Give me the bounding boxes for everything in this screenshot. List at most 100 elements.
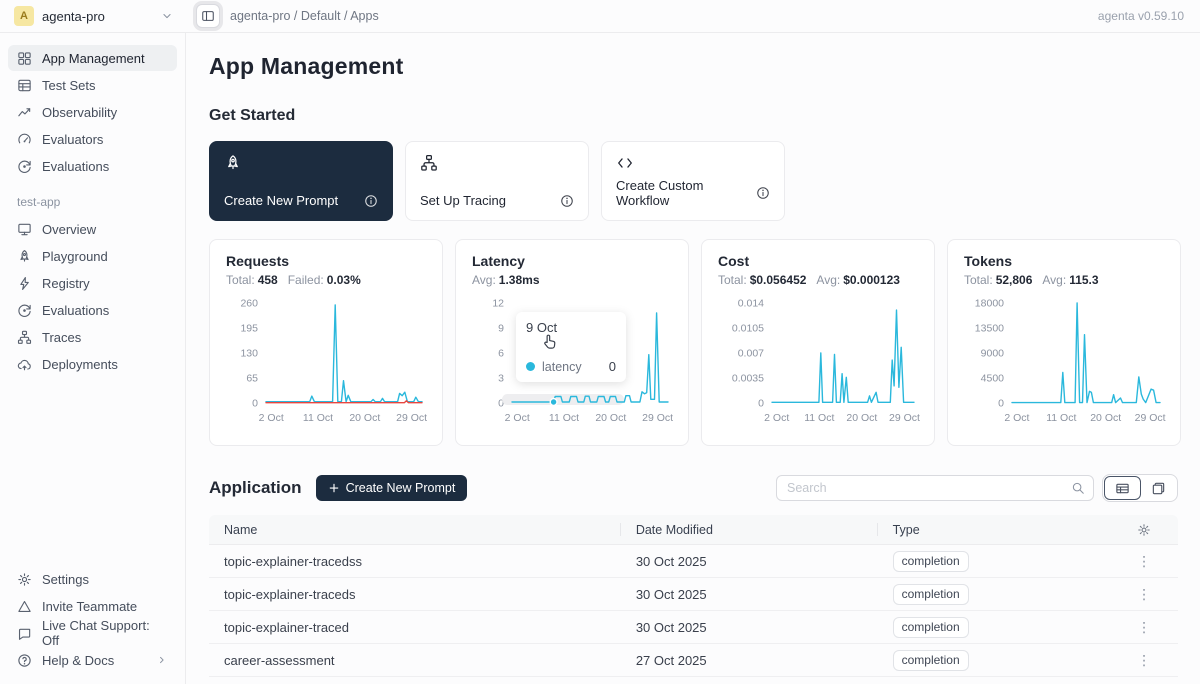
svg-text:11 Oct: 11 Oct bbox=[303, 412, 333, 424]
main-content: App Management Get Started Create New Pr… bbox=[187, 33, 1200, 684]
tooltip-value: 0 bbox=[609, 359, 616, 374]
sidebar-toggle-button[interactable] bbox=[196, 4, 220, 28]
metric-charts: RequestsTotal:458Failed:0.03%06513019526… bbox=[209, 239, 1178, 446]
card-view-button[interactable] bbox=[1141, 476, 1176, 500]
svg-text:6: 6 bbox=[498, 348, 504, 360]
column-header-date-modified[interactable]: Date Modified bbox=[621, 515, 878, 544]
table-view-button[interactable] bbox=[1104, 476, 1141, 500]
sidebar-item-live-chat-support-off[interactable]: Live Chat Support: Off bbox=[8, 620, 177, 646]
chart-card-tokens: TokensTotal:52,806Avg:115.30450090001350… bbox=[947, 239, 1181, 446]
bolt-icon bbox=[17, 276, 32, 291]
get-started-card-create-new-prompt[interactable]: Create New Prompt bbox=[209, 141, 393, 221]
date-modified-cell: 30 Oct 2025 bbox=[621, 554, 878, 569]
monitor-icon bbox=[17, 222, 32, 237]
svg-text:195: 195 bbox=[240, 323, 258, 335]
breadcrumb: agenta-pro / Default / Apps bbox=[230, 9, 379, 23]
top-bar: A agenta-pro agenta-pro / Default / Apps… bbox=[0, 0, 1200, 33]
get-started-card-set-up-tracing[interactable]: Set Up Tracing bbox=[405, 141, 589, 221]
svg-text:11 Oct: 11 Oct bbox=[1046, 412, 1076, 424]
info-icon[interactable] bbox=[756, 186, 770, 200]
sidebar-item-label: Deployments bbox=[42, 357, 118, 372]
sidebar-item-label: Registry bbox=[42, 276, 90, 291]
list-icon bbox=[17, 78, 32, 93]
refresh-icon bbox=[17, 159, 32, 174]
chart-plot[interactable]: 0651301952602 Oct11 Oct20 Oct29 Oct bbox=[226, 293, 426, 440]
get-started-card-label: Create New Prompt bbox=[224, 193, 338, 208]
tooltip-series-label: latency bbox=[542, 360, 582, 374]
sidebar-item-traces[interactable]: Traces bbox=[8, 324, 177, 350]
chart-stats: Total:458Failed:0.03% bbox=[226, 273, 426, 287]
sidebar-bottom-group: SettingsInvite TeammateLive Chat Support… bbox=[8, 566, 177, 674]
row-menu-icon[interactable]: ⋮ bbox=[1137, 554, 1151, 568]
sidebar-item-evaluations[interactable]: Evaluations bbox=[8, 153, 177, 179]
sidebar-item-evaluators[interactable]: Evaluators bbox=[8, 126, 177, 152]
chart-title: Cost bbox=[718, 253, 918, 269]
sidebar-item-app-management[interactable]: App Management bbox=[8, 45, 177, 71]
search-input[interactable] bbox=[787, 481, 1071, 495]
table-row[interactable]: topic-explainer-traceds30 Oct 2025comple… bbox=[209, 578, 1178, 611]
type-cell: completion bbox=[878, 617, 1111, 638]
svg-text:20 Oct: 20 Oct bbox=[846, 412, 877, 424]
info-icon[interactable] bbox=[364, 194, 378, 208]
get-started-cards: Create New Prompt Set Up TracingCreate Cu… bbox=[209, 141, 1178, 221]
sidebar-item-observability[interactable]: Observability bbox=[8, 99, 177, 125]
sidebar-item-deployments[interactable]: Deployments bbox=[8, 351, 177, 377]
table-row[interactable]: career-assessment27 Oct 2025completion⋮ bbox=[209, 644, 1178, 677]
svg-text:29 Oct: 29 Oct bbox=[1135, 412, 1166, 424]
app-name-cell: topic-explainer-tracedss bbox=[209, 554, 621, 569]
chart-stat: Total:458 bbox=[226, 273, 278, 287]
sidebar-item-help-docs[interactable]: Help & Docs bbox=[8, 647, 177, 673]
sidebar-item-evaluations[interactable]: Evaluations bbox=[8, 297, 177, 323]
row-menu-icon[interactable]: ⋮ bbox=[1137, 653, 1151, 667]
row-menu-icon[interactable]: ⋮ bbox=[1137, 620, 1151, 634]
sidebar-item-settings[interactable]: Settings bbox=[8, 566, 177, 592]
sidebar-item-invite-teammate[interactable]: Invite Teammate bbox=[8, 593, 177, 619]
type-badge: completion bbox=[893, 584, 969, 605]
type-cell: completion bbox=[878, 584, 1111, 605]
sidebar-item-registry[interactable]: Registry bbox=[8, 270, 177, 296]
svg-text:9000: 9000 bbox=[981, 348, 1005, 360]
table-row[interactable]: topic-explainer-tracedss30 Oct 2025 compl… bbox=[209, 545, 1178, 578]
chart-stat: Total:$0.056452 bbox=[718, 273, 806, 287]
table-settings-icon[interactable] bbox=[1137, 523, 1151, 537]
svg-text:0: 0 bbox=[758, 398, 764, 410]
page-title: App Management bbox=[209, 53, 1178, 80]
sidebar-item-label: Test Sets bbox=[42, 78, 95, 93]
sidebar: App ManagementTest SetsObservabilityEval… bbox=[0, 33, 186, 684]
sidebar-item-test-sets[interactable]: Test Sets bbox=[8, 72, 177, 98]
get-started-card-create-custom-workflow[interactable]: Create Custom Workflow bbox=[601, 141, 785, 221]
sidebar-item-playground[interactable]: Playground bbox=[8, 243, 177, 269]
sidebar-item-overview[interactable]: Overview bbox=[8, 216, 177, 242]
column-header-name[interactable]: Name bbox=[209, 515, 621, 544]
svg-text:29 Oct: 29 Oct bbox=[396, 412, 427, 424]
table-row[interactable]: topic-explainer-traced30 Oct 2025complet… bbox=[209, 611, 1178, 644]
rocket-icon bbox=[224, 154, 378, 172]
mouse-cursor-icon bbox=[540, 332, 559, 356]
search-icon[interactable] bbox=[1071, 481, 1085, 495]
svg-text:20 Oct: 20 Oct bbox=[349, 412, 380, 424]
create-new-prompt-button[interactable]: Create New Prompt bbox=[316, 475, 468, 501]
svg-text:29 Oct: 29 Oct bbox=[642, 412, 673, 424]
type-badge: completion bbox=[893, 551, 969, 572]
sidebar-app-section-label: test-app bbox=[17, 195, 177, 209]
chart-card-requests: RequestsTotal:458Failed:0.03%06513019526… bbox=[209, 239, 443, 446]
info-icon[interactable] bbox=[560, 194, 574, 208]
refresh-icon bbox=[17, 303, 32, 318]
rocket-icon bbox=[17, 249, 32, 264]
row-menu-icon[interactable]: ⋮ bbox=[1137, 587, 1151, 601]
chart-card-latency: LatencyAvg:1.38ms0369122 Oct11 Oct20 Oct… bbox=[455, 239, 689, 446]
type-badge: completion bbox=[893, 617, 969, 638]
chart-plot[interactable]: 00.00350.0070.01050.0142 Oct11 Oct20 Oct… bbox=[718, 293, 918, 440]
application-header-row: Application Create New Prompt bbox=[209, 474, 1178, 502]
svg-text:260: 260 bbox=[240, 298, 258, 310]
chart-plot[interactable]: 04500900013500180002 Oct11 Oct20 Oct29 O… bbox=[964, 293, 1164, 440]
chart-card-cost: CostTotal:$0.056452Avg:$0.00012300.00350… bbox=[701, 239, 935, 446]
app-name-cell: topic-explainer-traced bbox=[209, 620, 621, 635]
column-header-type[interactable]: Type bbox=[878, 515, 1111, 544]
org-switcher[interactable]: A agenta-pro bbox=[0, 0, 186, 32]
svg-text:65: 65 bbox=[246, 373, 258, 385]
date-modified-cell: 30 Oct 2025 bbox=[621, 587, 878, 602]
svg-text:3: 3 bbox=[498, 373, 504, 385]
code-icon bbox=[616, 154, 770, 172]
triangle-icon bbox=[17, 599, 32, 614]
